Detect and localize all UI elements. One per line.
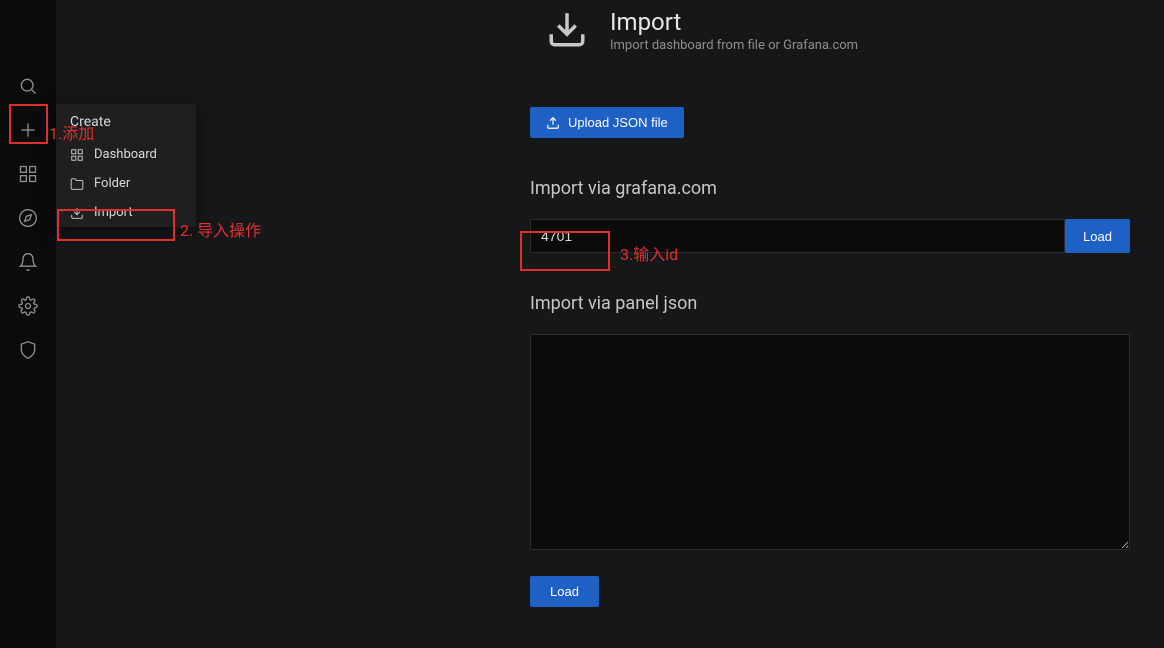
grid-icon — [70, 148, 84, 162]
sidebar-alerting[interactable] — [0, 240, 56, 284]
import-icon — [546, 8, 588, 50]
section-label-grafana: Import via grafana.com — [530, 178, 1128, 199]
plus-icon — [18, 120, 38, 140]
grafana-logo — [16, 4, 40, 10]
upload-button-label: Upload JSON file — [568, 115, 668, 130]
sidebar-configuration[interactable] — [0, 284, 56, 328]
sidebar-search[interactable] — [0, 64, 56, 108]
flyout-item-label: Folder — [94, 176, 130, 191]
search-icon — [18, 76, 38, 96]
sidebar-create[interactable] — [0, 108, 56, 152]
sidebar-server-admin[interactable] — [0, 328, 56, 372]
sidebar-explore[interactable] — [0, 196, 56, 240]
flyout-item-label: Import — [94, 205, 133, 220]
folder-icon — [70, 177, 84, 191]
grid-icon — [18, 164, 38, 184]
gear-icon — [18, 296, 38, 316]
load-grafana-button[interactable]: Load — [1065, 219, 1130, 253]
sidebar — [0, 0, 56, 648]
page-header-icon — [546, 8, 588, 50]
page-subtitle: Import dashboard from file or Grafana.co… — [610, 38, 858, 53]
flyout-item-import[interactable]: Import — [56, 198, 196, 227]
flyout-item-label: Dashboard — [94, 147, 157, 162]
section-label-paneljson: Import via panel json — [530, 293, 1128, 314]
page-title: Import — [610, 8, 858, 36]
flyout-header[interactable]: Create — [56, 104, 196, 140]
load-paneljson-button[interactable]: Load — [530, 576, 599, 607]
import-icon — [70, 206, 84, 220]
create-flyout-menu: Create Dashboard Folder Import — [56, 104, 196, 227]
shield-icon — [18, 340, 38, 360]
upload-json-button[interactable]: Upload JSON file — [530, 107, 684, 138]
page-header: Import Import dashboard from file or Gra… — [56, 0, 1164, 75]
sidebar-dashboards[interactable] — [0, 152, 56, 196]
upload-icon — [546, 116, 560, 130]
compass-icon — [18, 208, 38, 228]
bell-icon — [18, 252, 38, 272]
grafana-id-input[interactable] — [530, 219, 1065, 253]
flyout-item-folder[interactable]: Folder — [56, 169, 196, 198]
panel-json-textarea[interactable] — [530, 334, 1130, 550]
flyout-item-dashboard[interactable]: Dashboard — [56, 140, 196, 169]
main-content: Import Import dashboard from file or Gra… — [56, 0, 1164, 648]
